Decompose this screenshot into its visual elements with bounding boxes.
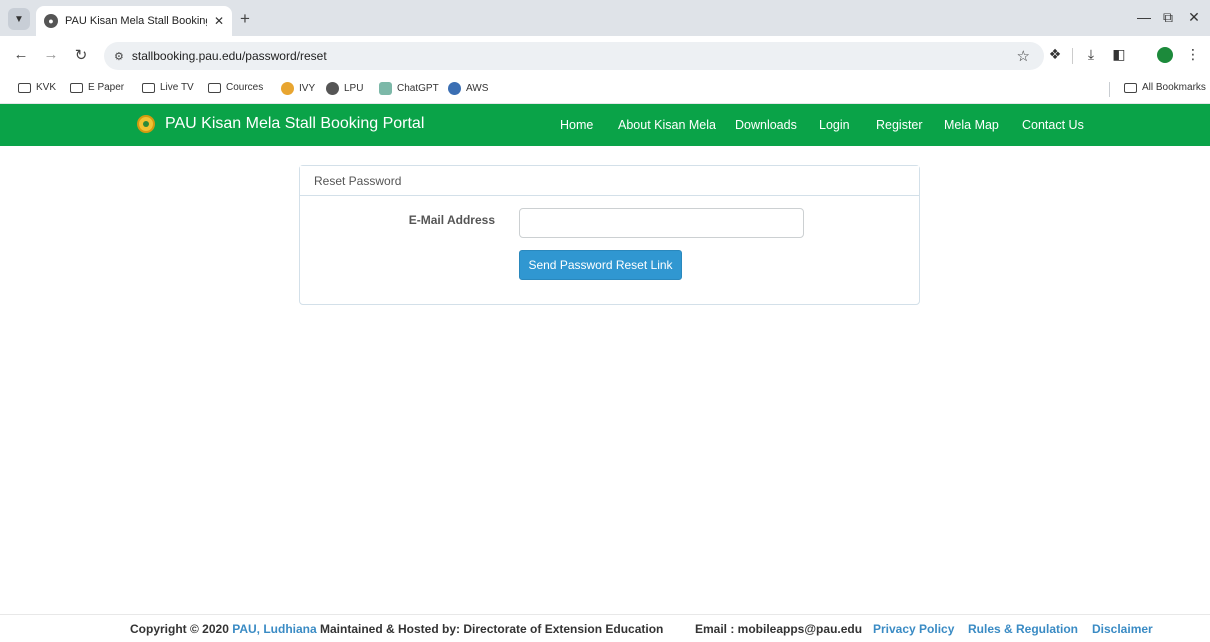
bookmark-label: Cources [226, 82, 264, 93]
side-panel-icon[interactable]: ◧ [1110, 46, 1128, 63]
toolbar-divider [1072, 48, 1073, 64]
back-icon[interactable]: ← [12, 46, 30, 63]
download-icon[interactable]: ⤓ [1082, 46, 1100, 63]
bookmark-epaper[interactable]: E Paper [70, 82, 124, 93]
url-text: stallbooking.pau.edu/password/reset [131, 49, 327, 63]
globe-icon [326, 82, 339, 95]
folder-icon [18, 82, 31, 93]
footer-copyright: Copyright © 2020 PAU, Ludhiana [130, 622, 317, 636]
nav-links: Home About Kisan Mela Downloads Login Re… [0, 118, 1210, 134]
folder-icon [142, 82, 155, 93]
close-window-icon[interactable]: ✕ [1184, 9, 1204, 26]
reload-icon[interactable]: ↻ [72, 46, 90, 64]
nav-contact-us[interactable]: Contact Us [1022, 118, 1084, 132]
bookmark-cources[interactable]: Cources [208, 82, 263, 93]
nav-home[interactable]: Home [560, 118, 593, 132]
bookmark-label: KVK [36, 82, 57, 93]
privacy-policy-link[interactable]: Privacy Policy [873, 622, 954, 636]
bookmark-label: LPU [344, 83, 364, 94]
bookmark-kvk[interactable]: KVK [18, 82, 56, 93]
bookmark-label: ChatGPT [397, 83, 439, 94]
nav-about-kisan-mela[interactable]: About Kisan Mela [618, 118, 716, 132]
email-label: E-Mail Address [408, 213, 495, 227]
bookmark-ivy[interactable]: IVY [281, 82, 315, 95]
folder-icon [70, 82, 83, 93]
aws-icon [448, 82, 461, 95]
footer-email: Email : mobileapps@pau.edu [695, 622, 863, 636]
nav-register[interactable]: Register [876, 118, 923, 132]
close-icon[interactable]: ✕ [214, 14, 224, 28]
bookmark-star-icon[interactable]: ☆ [1017, 47, 1030, 65]
bookmark-label: E Paper [88, 82, 125, 93]
browser-tab-active[interactable]: ● PAU Kisan Mela Stall Booking Port ✕ [36, 6, 232, 36]
browser-toolbar: ← → ↻ ⚙ stallbooking.pau.edu/password/re… [0, 36, 1210, 76]
minimize-icon[interactable]: — [1134, 9, 1154, 25]
footer-maintained: Maintained & Hosted by: Directorate of E… [320, 622, 664, 636]
site-footer: Copyright © 2020 PAU, Ludhiana Maintaine… [0, 614, 1210, 642]
tab-search-button[interactable]: ▼ [8, 8, 30, 30]
forward-icon[interactable]: → [42, 46, 60, 63]
browser-tabstrip: ▼ ● PAU Kisan Mela Stall Booking Port ✕ … [0, 0, 1210, 36]
disclaimer-link[interactable]: Disclaimer [1092, 622, 1153, 636]
globe-icon: ● [44, 14, 58, 28]
site-info-icon[interactable]: ⚙ [114, 50, 124, 63]
bookmark-lpu[interactable]: LPU [326, 82, 363, 95]
ivy-icon [281, 82, 294, 95]
address-bar[interactable]: ⚙ stallbooking.pau.edu/password/reset ☆ [104, 42, 1044, 70]
profile-avatar[interactable] [1157, 47, 1173, 63]
bookmark-label: AWS [466, 83, 489, 94]
chatgpt-icon [379, 82, 392, 95]
org-link[interactable]: PAU, Ludhiana [232, 622, 316, 636]
bookmark-chatgpt[interactable]: ChatGPT [379, 82, 439, 95]
bookmarks-divider [1109, 82, 1110, 97]
copyright-text: Copyright © 2020 [130, 622, 229, 636]
email-field[interactable] [519, 208, 804, 238]
bookmark-label: IVY [299, 83, 316, 94]
bookmark-aws[interactable]: AWS [448, 82, 488, 95]
folder-icon [1124, 82, 1137, 93]
new-tab-button[interactable]: + [240, 9, 250, 29]
tab-title: PAU Kisan Mela Stall Booking Port [65, 15, 207, 27]
restore-icon[interactable]: ⧉ [1158, 9, 1178, 26]
bookmarks-bar: KVK E Paper Live TV Cources IVY LPU Chat… [0, 76, 1210, 104]
bookmark-livetv[interactable]: Live TV [142, 82, 194, 93]
panel-heading: Reset Password [300, 166, 919, 196]
site-navbar: PAU Kisan Mela Stall Booking Portal Home… [0, 104, 1210, 146]
menu-icon[interactable]: ⋮ [1184, 46, 1202, 63]
folder-icon [208, 82, 221, 93]
extensions-icon[interactable]: ❖ [1046, 46, 1064, 63]
bookmark-label: Live TV [160, 82, 194, 93]
rules-regulation-link[interactable]: Rules & Regulation [968, 622, 1078, 636]
reset-password-panel: Reset Password E-Mail Address Send Passw… [299, 165, 920, 305]
nav-login[interactable]: Login [819, 118, 850, 132]
send-reset-link-button[interactable]: Send Password Reset Link [519, 250, 682, 280]
all-bookmarks-label: All Bookmarks [1142, 82, 1206, 93]
nav-downloads[interactable]: Downloads [735, 118, 797, 132]
all-bookmarks[interactable]: All Bookmarks [1124, 82, 1206, 93]
nav-mela-map[interactable]: Mela Map [944, 118, 999, 132]
